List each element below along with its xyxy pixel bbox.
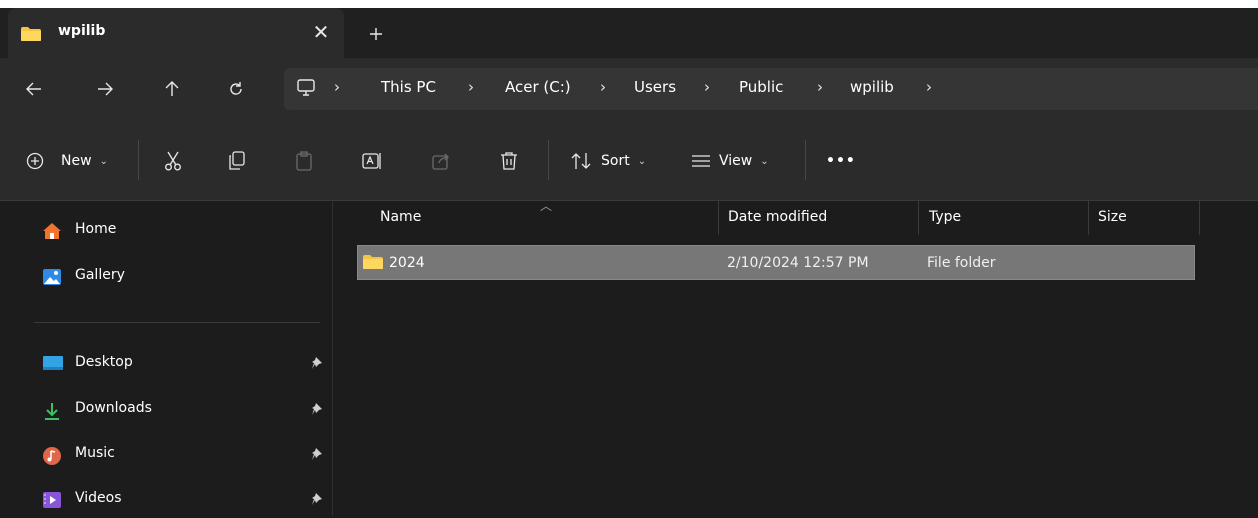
sidebar-item-music[interactable]: Music xyxy=(0,437,332,473)
rename-icon xyxy=(362,153,381,169)
sidebar-item-label: Desktop xyxy=(75,354,133,370)
up-button[interactable] xyxy=(158,75,186,103)
column-header-type[interactable]: Type xyxy=(929,209,961,225)
breadcrumb-users[interactable]: Users xyxy=(634,78,676,96)
breadcrumb-separator: › xyxy=(817,78,823,96)
breadcrumb-this-pc[interactable]: This PC xyxy=(381,78,436,96)
sidebar-item-label: Gallery xyxy=(75,267,125,283)
new-button[interactable]: New ⌄ xyxy=(26,148,108,174)
new-label: New xyxy=(61,153,92,169)
address-bar[interactable]: › This PC › Acer (C:) › Users › Public ›… xyxy=(284,68,1258,110)
title-strip xyxy=(0,0,1258,8)
breadcrumb-separator: › xyxy=(468,78,474,96)
sidebar-divider xyxy=(34,322,320,323)
sidebar-item-label: Music xyxy=(75,445,115,461)
sidebar-item-videos[interactable]: Videos xyxy=(0,482,332,518)
paste-icon xyxy=(296,151,312,171)
breadcrumb-public[interactable]: Public xyxy=(739,78,783,96)
column-divider[interactable] xyxy=(718,201,719,235)
breadcrumb-wpilib[interactable]: wpilib xyxy=(850,78,894,96)
table-row[interactable]: 2024 2/10/2024 12:57 PM File folder xyxy=(357,245,1195,280)
divider xyxy=(138,140,139,180)
sort-label: Sort xyxy=(601,153,630,169)
folder-icon xyxy=(362,254,384,270)
divider xyxy=(805,140,806,180)
sidebar-item-gallery[interactable]: Gallery xyxy=(0,259,332,295)
delete-button[interactable] xyxy=(500,148,518,174)
pin-icon[interactable] xyxy=(311,356,323,370)
share-button[interactable] xyxy=(432,148,450,174)
paste-button[interactable] xyxy=(296,148,312,174)
forward-button[interactable] xyxy=(91,75,119,103)
file-date-modified: 2/10/2024 12:57 PM xyxy=(727,255,869,271)
pin-icon[interactable] xyxy=(311,492,323,506)
folder-icon xyxy=(20,26,42,42)
copy-icon xyxy=(229,151,245,170)
refresh-button[interactable] xyxy=(222,75,250,103)
sort-ascending-icon: ︿ xyxy=(540,199,553,213)
add-circle-icon xyxy=(26,152,44,170)
desktop-folder-icon xyxy=(42,355,64,371)
download-icon xyxy=(42,401,62,421)
file-name: 2024 xyxy=(389,255,425,271)
view-button[interactable]: View ⌄ xyxy=(691,148,769,174)
arrow-left-icon xyxy=(26,82,41,96)
arrow-right-icon xyxy=(98,82,113,96)
share-icon xyxy=(432,153,449,170)
back-button[interactable] xyxy=(20,75,48,103)
sidebar-item-downloads[interactable]: Downloads xyxy=(0,392,332,428)
divider xyxy=(548,140,549,180)
tab-title: wpilib xyxy=(58,23,106,39)
file-list: ︿ Name Date modified Type Size 2024 2/10… xyxy=(333,199,1258,516)
command-bar: New ⌄ Sort ⌄ View ⌄ ••• xyxy=(0,120,1258,201)
navigation-bar: › This PC › Acer (C:) › Users › Public ›… xyxy=(0,58,1258,120)
rename-button[interactable] xyxy=(362,148,382,174)
home-icon xyxy=(42,222,62,240)
column-divider[interactable] xyxy=(918,201,919,235)
more-options-button[interactable]: ••• xyxy=(826,148,856,174)
arrow-up-icon xyxy=(165,81,179,96)
breadcrumb-separator: › xyxy=(704,78,710,96)
close-tab-button[interactable]: ✕ xyxy=(306,17,336,47)
breadcrumb-expand[interactable]: › xyxy=(926,78,932,96)
view-list-icon xyxy=(692,155,710,167)
sidebar-item-label: Home xyxy=(75,221,117,237)
navigation-pane: Home Gallery Desktop Downloads Music Vid… xyxy=(0,201,332,516)
file-type: File folder xyxy=(927,255,996,271)
new-tab-button[interactable] xyxy=(362,20,390,48)
this-pc-icon xyxy=(296,78,316,98)
column-header-size[interactable]: Size xyxy=(1098,209,1127,225)
breadcrumb-separator: › xyxy=(600,78,606,96)
refresh-icon xyxy=(230,82,242,95)
breadcrumb-separator: › xyxy=(334,78,340,96)
column-header-name[interactable]: Name xyxy=(380,209,421,225)
chevron-down-icon: ⌄ xyxy=(760,155,769,167)
gallery-icon xyxy=(42,268,62,286)
column-header-date-modified[interactable]: Date modified xyxy=(728,209,827,225)
sidebar-item-label: Videos xyxy=(75,490,122,506)
breadcrumb-acer-c[interactable]: Acer (C:) xyxy=(505,78,571,96)
sort-button[interactable]: Sort ⌄ xyxy=(571,148,646,174)
pin-icon[interactable] xyxy=(311,447,323,461)
sidebar-item-label: Downloads xyxy=(75,400,152,416)
sidebar-item-desktop[interactable]: Desktop xyxy=(0,346,332,382)
chevron-down-icon: ⌄ xyxy=(99,155,108,167)
cut-button[interactable] xyxy=(164,148,182,174)
pin-icon[interactable] xyxy=(311,402,323,416)
plus-icon xyxy=(370,28,382,40)
column-divider[interactable] xyxy=(1199,201,1200,235)
videos-icon xyxy=(42,491,62,509)
column-divider[interactable] xyxy=(1088,201,1089,235)
scissors-icon xyxy=(165,151,181,171)
trash-icon xyxy=(501,152,517,170)
view-label: View xyxy=(719,153,753,169)
chevron-down-icon: ⌄ xyxy=(637,155,647,167)
tab-wpilib[interactable]: wpilib ✕ xyxy=(8,8,344,58)
sidebar-item-home[interactable]: Home xyxy=(0,213,332,249)
copy-button[interactable] xyxy=(228,148,246,174)
sort-icon xyxy=(571,153,591,169)
music-icon xyxy=(42,446,62,466)
